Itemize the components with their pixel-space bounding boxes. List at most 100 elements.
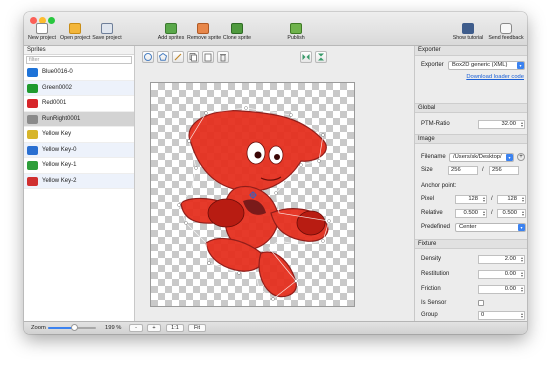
density-label: Density — [421, 256, 442, 262]
zoom-slider[interactable] — [48, 324, 96, 331]
select-arrow-icon: ▾ — [517, 61, 524, 69]
ptm-ratio-field[interactable]: 32.00 ▴ ▾ — [478, 119, 525, 129]
pixel-y-field[interactable]: 128 ▴ ▾ — [497, 194, 526, 204]
restitution-label: Restitution — [421, 271, 450, 277]
stepper-icon[interactable]: ▴ ▾ — [521, 285, 523, 293]
open-project-button[interactable]: Open project — [60, 23, 90, 45]
sprite-canvas[interactable] — [150, 82, 355, 307]
clone-sprite-button[interactable]: Clone sprite — [222, 23, 252, 45]
size-row: Size 256 / 256 — [415, 164, 527, 176]
zoom-actual-size-button[interactable]: 1:1 — [166, 324, 184, 332]
exporter-row: Exporter Box2D generic (XML) ▾ — [415, 59, 527, 71]
sprite-name: Yellow Key-1 — [42, 162, 77, 168]
friction-row: Friction 0.00 ▴ ▾ — [415, 283, 527, 295]
group-field[interactable]: 0 ▴ ▾ — [478, 310, 525, 320]
properties-panel: Exporter Exporter Box2D generic (XML) ▾ … — [414, 46, 527, 321]
floppy-disk-icon — [101, 23, 113, 34]
size-label: Size — [421, 167, 433, 173]
add-sprites-button[interactable]: Add sprites — [157, 23, 185, 45]
stepper-icon[interactable]: ▴ ▾ — [521, 311, 523, 319]
exporter-select[interactable]: Box2D generic (XML) ▾ — [448, 60, 525, 70]
sprite-thumbnail-icon — [27, 145, 38, 155]
sprite-thumbnail-icon — [27, 161, 38, 170]
size-height-field: 256 — [489, 165, 519, 175]
sprite-list-item[interactable]: RunRight0001 — [24, 111, 134, 127]
stepper-icon[interactable]: ▴ ▾ — [521, 120, 523, 128]
graduation-cap-icon — [462, 23, 474, 34]
sprite-list-item[interactable]: Red0001 — [24, 96, 134, 112]
zoom-in-button[interactable]: + — [147, 324, 161, 332]
sprites-header: Sprites — [24, 46, 134, 55]
zoom-out-button[interactable]: - — [129, 324, 143, 332]
sprite-filter-input[interactable]: filter — [26, 56, 132, 64]
stepper-icon[interactable]: ▴ ▾ — [483, 195, 485, 203]
relative-x-field[interactable]: 0.500 ▴ ▾ — [455, 208, 487, 218]
predefined-select[interactable]: Center ▾ — [455, 222, 526, 232]
relative-x-value: 0.500 — [463, 209, 478, 216]
status-bar: Zoom 199 % - + 1:1 Fit — [24, 321, 527, 334]
flip-horizontal-icon[interactable] — [300, 51, 312, 63]
circle-tool-icon[interactable] — [142, 51, 154, 63]
stepper-icon[interactable]: ▴ ▾ — [483, 209, 485, 217]
send-feedback-button[interactable]: Send feedback — [487, 23, 525, 45]
save-project-button[interactable]: Save project — [92, 23, 122, 45]
new-project-label: New project — [28, 35, 56, 41]
pixel-x-field[interactable]: 128 ▴ ▾ — [455, 194, 487, 204]
show-tutorial-button[interactable]: Show tutorial — [452, 23, 484, 45]
sprite-list-item[interactable]: Blue0016-0 — [24, 65, 134, 81]
filename-select[interactable]: /Users/sk/Desktop/ ▾ — [449, 152, 514, 162]
sprite-image[interactable] — [151, 83, 356, 308]
relative-separator: / — [491, 210, 493, 216]
sensor-checkbox[interactable] — [478, 300, 484, 306]
folder-icon — [69, 23, 81, 34]
sprite-name: Blue0016-0 — [42, 69, 73, 75]
group-row: Group 0 ▴ ▾ — [415, 309, 527, 321]
size-width-field: 256 — [448, 165, 478, 175]
sprite-list-item[interactable]: Yellow Key-2 — [24, 173, 134, 189]
image-section-header: Image — [415, 134, 527, 144]
relative-y-field[interactable]: 0.500 ▴ ▾ — [497, 208, 526, 218]
density-row: Density 2.00 ▴ ▾ — [415, 253, 527, 265]
pixel-y-value: 128 — [507, 195, 517, 202]
add-circle-icon[interactable]: + — [517, 152, 525, 161]
flip-vertical-icon[interactable] — [315, 51, 327, 63]
remove-sprite-button[interactable]: Remove sprite — [187, 23, 221, 45]
predefined-label: Predefined — [421, 224, 451, 230]
restitution-row: Restitution 0.00 ▴ ▾ — [415, 268, 527, 280]
trash-icon[interactable] — [217, 51, 229, 63]
ptm-row: PTM-Ratio 32.00 ▴ ▾ — [415, 118, 527, 130]
magic-wand-icon[interactable] — [172, 51, 184, 63]
new-project-button[interactable]: New project — [27, 23, 57, 45]
publish-button[interactable]: Publish — [284, 23, 308, 45]
exporter-section-header: Exporter — [415, 46, 527, 56]
show-tutorial-label: Show tutorial — [452, 35, 484, 41]
stepper-icon[interactable]: ▴ ▾ — [521, 255, 523, 263]
zoom-value: 199 % — [105, 325, 122, 331]
polygon-tool-icon[interactable] — [157, 51, 169, 63]
stepper-icon[interactable]: ▴ ▾ — [522, 195, 524, 203]
sprite-list-item[interactable]: Green0002 — [24, 80, 134, 96]
sprite-list-item[interactable]: Yellow Key-0 — [24, 142, 134, 158]
restitution-value: 0.00 — [504, 270, 516, 277]
zoom-slider-knob[interactable] — [70, 324, 78, 331]
stepper-icon[interactable]: ▴ ▾ — [521, 270, 523, 278]
remove-sprite-icon — [197, 23, 209, 34]
friction-field[interactable]: 0.00 ▴ ▾ — [478, 284, 525, 294]
download-loader-link[interactable]: Download loader code — [466, 71, 524, 83]
sprite-list-item[interactable]: Yellow Key — [24, 127, 134, 143]
stepper-icon[interactable]: ▴ ▾ — [522, 209, 524, 217]
sprite-list-item[interactable]: Yellow Key-1 — [24, 158, 134, 174]
sprite-name: Yellow Key-0 — [42, 146, 77, 153]
density-field[interactable]: 2.00 ▴ ▾ — [478, 254, 525, 264]
publish-icon — [290, 23, 302, 34]
anchor-point-title: Anchor point: — [421, 183, 457, 189]
copy-icon[interactable] — [187, 51, 199, 63]
restitution-field[interactable]: 0.00 ▴ ▾ — [478, 269, 525, 279]
zoom-fit-button[interactable]: Fit — [188, 324, 206, 332]
publish-label: Publish — [287, 35, 305, 41]
sprite-name: Yellow Key-2 — [42, 177, 77, 184]
relative-y-value: 0.500 — [502, 209, 517, 216]
predefined-row: Predefined Center ▾ — [415, 221, 527, 233]
paste-icon[interactable] — [202, 51, 214, 63]
clone-sprite-icon — [231, 23, 243, 34]
